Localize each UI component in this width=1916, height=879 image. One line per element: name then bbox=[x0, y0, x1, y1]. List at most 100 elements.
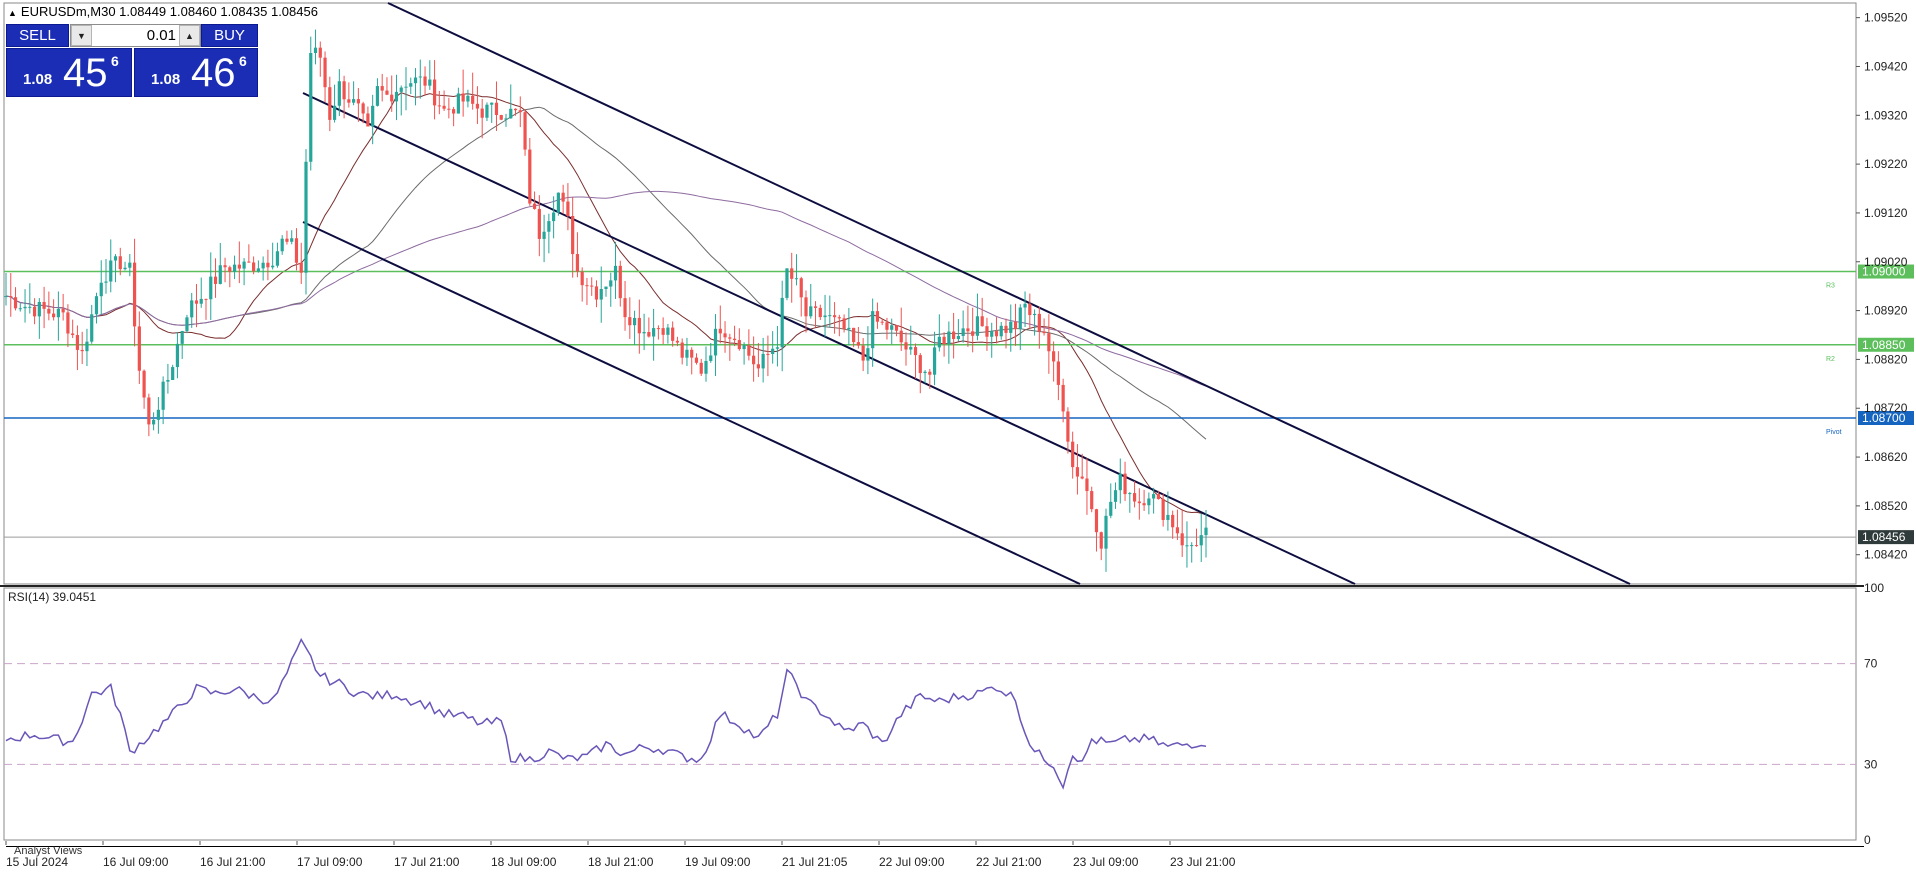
lot-increase-icon[interactable]: ▲ bbox=[179, 25, 200, 46]
candle-body bbox=[37, 301, 41, 317]
candle-body bbox=[656, 328, 660, 330]
time-tick-label: 17 Jul 21:00 bbox=[394, 855, 460, 869]
chart-frame-group bbox=[0, 2, 1864, 841]
candle-body bbox=[1137, 501, 1141, 504]
analyst-views-tab[interactable]: Analyst Views bbox=[6, 845, 1864, 857]
candle-body bbox=[585, 285, 589, 287]
collapse-triangle-icon[interactable]: ▲ bbox=[8, 8, 17, 18]
candle-body bbox=[285, 238, 289, 242]
candle-body bbox=[499, 115, 503, 120]
candle-body bbox=[975, 316, 980, 336]
candle-body bbox=[909, 347, 913, 350]
buy-button[interactable]: BUY bbox=[201, 24, 258, 47]
candle-body bbox=[52, 313, 56, 318]
candle-body bbox=[1032, 313, 1037, 316]
candle-body bbox=[1047, 333, 1051, 352]
candle-body bbox=[252, 262, 256, 272]
candle-body bbox=[928, 371, 932, 375]
candle-body bbox=[680, 342, 684, 358]
candle-body bbox=[832, 315, 837, 318]
candle-body bbox=[1056, 361, 1060, 385]
candle-body bbox=[799, 278, 803, 298]
candle-body bbox=[337, 81, 341, 106]
lot-size-field[interactable]: ▼ 0.01 ▲ bbox=[70, 24, 201, 47]
candle-body bbox=[109, 260, 113, 282]
candle-body bbox=[394, 91, 399, 102]
candle-body bbox=[637, 317, 641, 334]
candle-body bbox=[980, 316, 984, 327]
time-tick-label: 15 Jul 2024 bbox=[6, 855, 68, 869]
candle-body bbox=[671, 327, 675, 341]
candle-body bbox=[171, 367, 175, 381]
price-tick-label: 1.09220 bbox=[1864, 157, 1908, 171]
candle-body bbox=[418, 76, 422, 78]
last-price-label: 1.08456 bbox=[1862, 530, 1906, 544]
candle-body bbox=[428, 79, 432, 86]
candle-body bbox=[809, 306, 813, 317]
channel-line bbox=[387, 2, 1631, 585]
candle-body bbox=[204, 298, 208, 300]
candle-body bbox=[899, 330, 903, 343]
candle-body bbox=[532, 203, 537, 209]
candle-body bbox=[804, 297, 808, 317]
candle-body bbox=[85, 341, 89, 352]
candle-body bbox=[61, 308, 65, 313]
time-tick-label: 19 Jul 09:00 bbox=[685, 855, 751, 869]
candle-body bbox=[937, 336, 941, 348]
candle-body bbox=[699, 362, 703, 374]
candle-body bbox=[523, 112, 527, 150]
candle-body bbox=[613, 265, 618, 281]
sell-price-box[interactable]: 1.08 45 6 bbox=[6, 48, 132, 97]
lot-decrease-icon[interactable]: ▼ bbox=[71, 25, 92, 46]
candle-body bbox=[447, 108, 451, 110]
candle-body bbox=[9, 296, 13, 298]
candle-body bbox=[399, 87, 403, 92]
candle-body bbox=[1132, 493, 1137, 502]
candle-body bbox=[999, 325, 1003, 337]
chart-svg[interactable]: 1.09000R31.08850R21.08700Pivot1.08456 1.… bbox=[0, 0, 1916, 874]
sell-button[interactable]: SELL bbox=[6, 24, 69, 47]
level-tag-label: Pivot bbox=[1826, 429, 1842, 436]
candle-body bbox=[266, 262, 270, 268]
candle-body bbox=[547, 221, 551, 232]
candle-body bbox=[47, 308, 51, 314]
candle-body bbox=[609, 280, 613, 287]
candle-body bbox=[166, 380, 170, 382]
candle-body bbox=[342, 81, 346, 100]
candle-body bbox=[1199, 535, 1203, 546]
candle-body bbox=[32, 306, 37, 317]
time-tick-label: 17 Jul 09:00 bbox=[297, 855, 363, 869]
axis-group: 1.09520 1.09420 1.09320 1.09220 1.09120 1.090… bbox=[5, 11, 1908, 869]
candle-body bbox=[742, 345, 746, 350]
candle-body bbox=[409, 83, 413, 87]
candle-body bbox=[352, 99, 356, 103]
candle-body bbox=[275, 251, 280, 266]
candle-body bbox=[1075, 467, 1080, 477]
buy-price-box[interactable]: 1.08 46 6 bbox=[134, 48, 258, 97]
sell-price-sup: 6 bbox=[111, 53, 119, 69]
channel-line bbox=[302, 221, 1081, 585]
candle-body bbox=[442, 105, 446, 109]
candle-body bbox=[256, 268, 260, 272]
candle-body bbox=[966, 328, 970, 332]
lot-value[interactable]: 0.01 bbox=[95, 27, 176, 44]
price-tick-label: 1.08520 bbox=[1864, 499, 1908, 513]
time-tick-label: 16 Jul 21:00 bbox=[200, 855, 266, 869]
candle-body bbox=[132, 262, 137, 327]
candle-body bbox=[842, 318, 846, 330]
candle-body bbox=[1094, 509, 1099, 533]
candle-body bbox=[71, 333, 75, 336]
candle-body bbox=[1109, 501, 1113, 516]
candle-body bbox=[932, 347, 937, 375]
ma-fast-line bbox=[5, 92, 1207, 516]
buy-price-small: 1.08 bbox=[151, 71, 181, 88]
candle-body bbox=[290, 238, 294, 242]
candle-body bbox=[271, 265, 275, 268]
candle-body bbox=[1118, 473, 1122, 491]
candle-body bbox=[894, 325, 899, 331]
trading-chart[interactable]: 1.09000 R3 1.08850 R2 1.08700 Pivot 1.08456 1.… bbox=[0, 0, 1916, 874]
price-pane-frame bbox=[3, 2, 1857, 585]
candle-body bbox=[332, 105, 337, 120]
candle-body bbox=[790, 268, 794, 279]
price-tick-label: 1.09320 bbox=[1864, 108, 1908, 122]
